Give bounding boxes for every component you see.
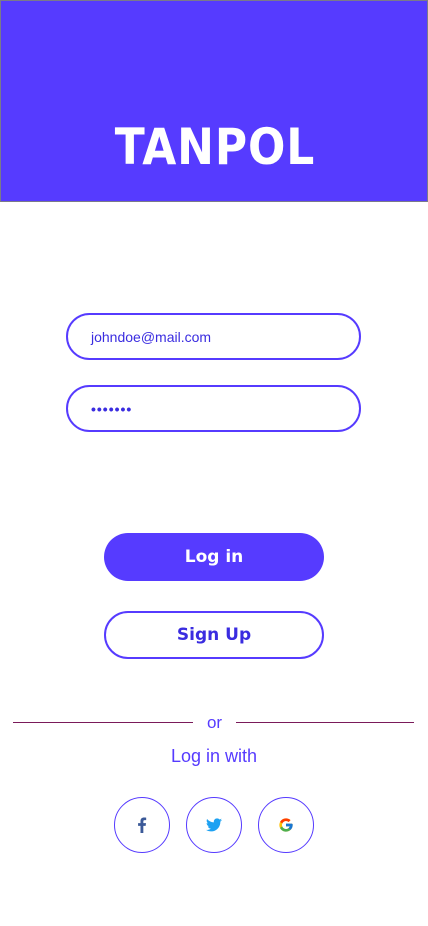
email-value: johndoe@mail.com — [91, 328, 212, 345]
password-field[interactable]: ••••••• — [66, 385, 361, 432]
facebook-icon — [137, 817, 147, 833]
divider-left — [13, 722, 193, 723]
signup-button[interactable]: Sign Up — [104, 611, 324, 659]
divider-right — [236, 722, 414, 723]
login-with-label: Log in with — [170, 746, 258, 766]
login-button[interactable]: Log in — [104, 533, 324, 581]
facebook-login-button[interactable] — [114, 797, 170, 853]
google-login-button[interactable] — [258, 797, 314, 853]
twitter-icon — [206, 818, 222, 832]
email-field[interactable]: johndoe@mail.com — [66, 313, 361, 360]
header-banner: TANPOL — [0, 0, 428, 202]
app-logo: TANPOL — [114, 118, 316, 176]
password-value: ••••••• — [91, 400, 133, 417]
or-label: or — [206, 713, 223, 732]
google-icon — [278, 817, 294, 833]
twitter-login-button[interactable] — [186, 797, 242, 853]
